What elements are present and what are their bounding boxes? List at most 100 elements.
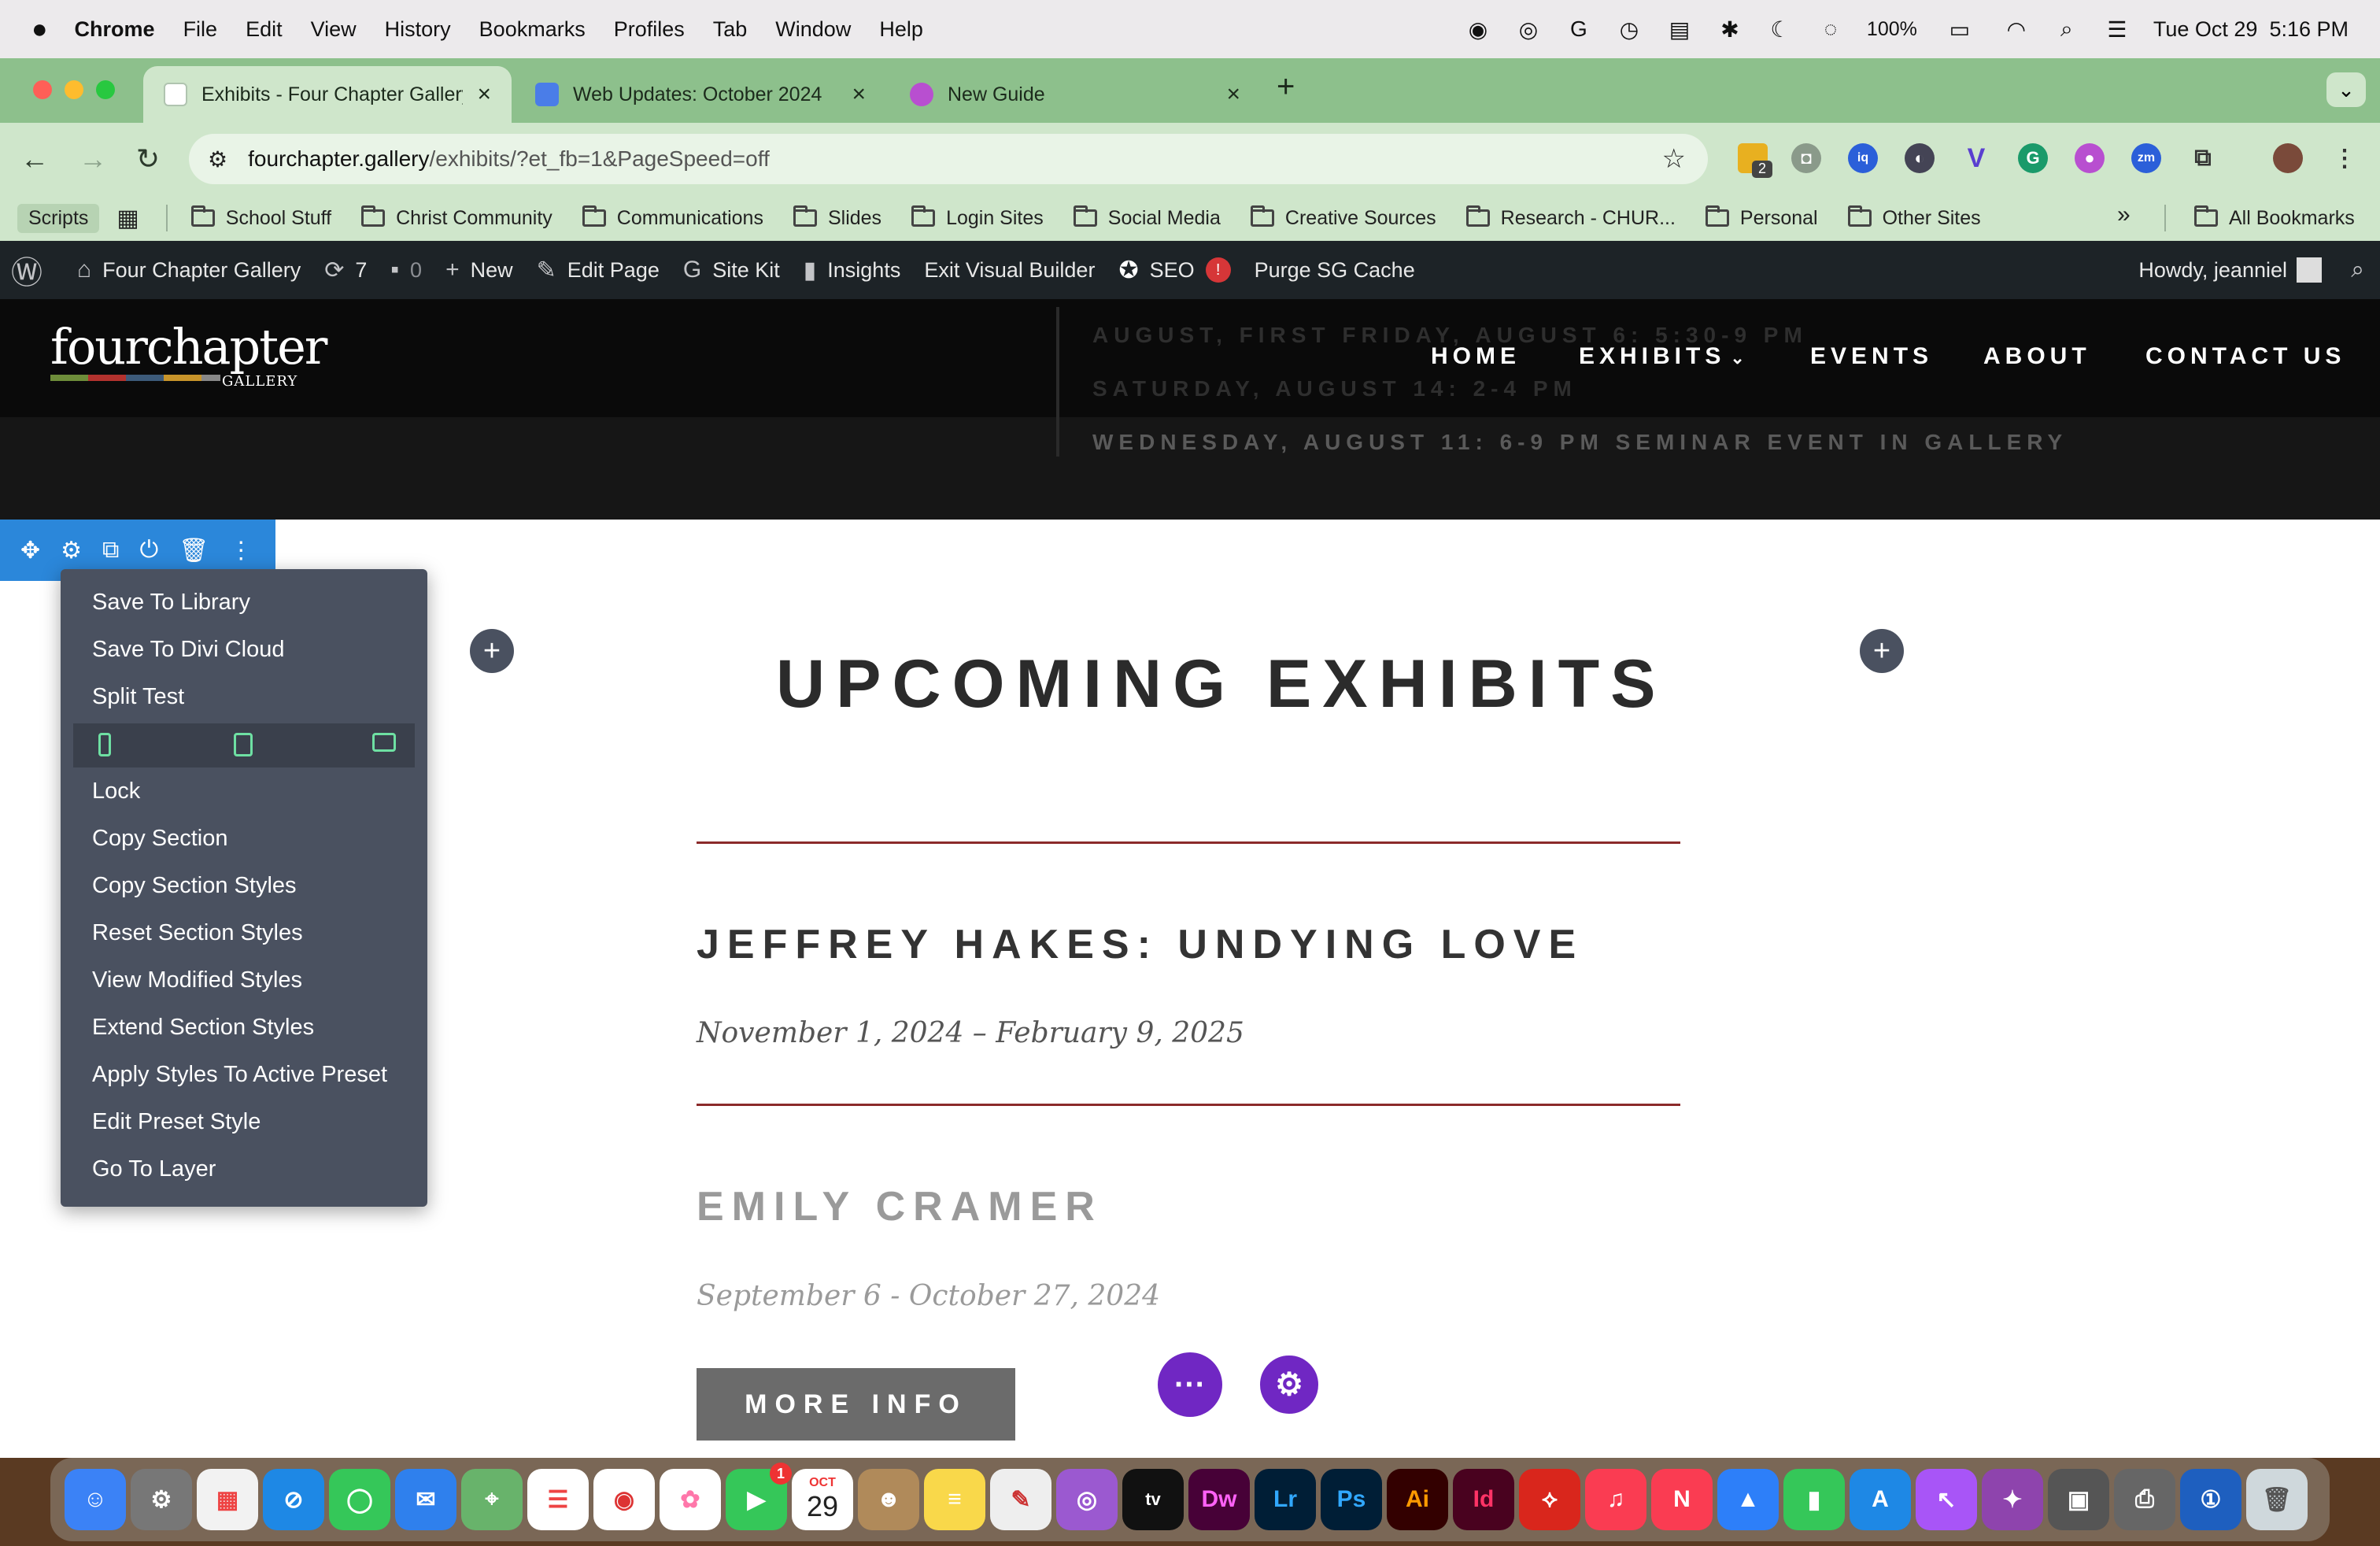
all-bookmarks-button[interactable]: All Bookmarks xyxy=(2194,195,2355,241)
notes-icon[interactable]: ≡ xyxy=(924,1469,985,1530)
battery-icon[interactable]: ▭ xyxy=(1939,15,1980,43)
control-center-icon[interactable]: ☰ xyxy=(2103,15,2131,43)
contacts-icon[interactable]: ☻ xyxy=(858,1469,919,1530)
more-options-icon[interactable]: ⋮ xyxy=(229,537,253,564)
forward-arrow-icon[interactable]: → xyxy=(74,140,112,178)
preview-icon[interactable]: ▣ xyxy=(2048,1469,2109,1530)
script-editor-icon[interactable]: ✎ xyxy=(990,1469,1051,1530)
1password-icon[interactable]: ① xyxy=(2180,1469,2241,1530)
menu-save-to-library[interactable]: Save To Library xyxy=(92,590,250,616)
privacy-extension-icon[interactable]: ◐ xyxy=(1905,143,1935,173)
nav-home[interactable]: HOME xyxy=(1431,343,1521,370)
update-icon[interactable]: ◎ xyxy=(1514,15,1543,43)
address-bar[interactable]: ⚙ fourchapter.gallery/exhibits/?et_fb=1&… xyxy=(189,134,1708,184)
extensions-puzzle-icon[interactable]: ⧉ xyxy=(2188,143,2218,173)
app-store-icon[interactable]: A xyxy=(1850,1469,1911,1530)
power-icon[interactable]: ⏻ xyxy=(139,537,158,564)
acrobat-icon[interactable]: ⟡ xyxy=(1519,1469,1580,1530)
new-tab-icon[interactable]: + xyxy=(1277,69,1295,105)
minimize-window-icon[interactable] xyxy=(65,80,83,99)
menu-edit-preset-style[interactable]: Edit Preset Style xyxy=(92,1109,261,1135)
menu-profiles[interactable]: Profiles xyxy=(614,17,685,42)
chrome-icon[interactable]: ◉ xyxy=(593,1469,655,1530)
menu-save-to-divi-cloud[interactable]: Save To Divi Cloud xyxy=(92,637,284,663)
guide-app-icon[interactable]: ↖ xyxy=(1916,1469,1977,1530)
photoshop-icon[interactable]: Ps xyxy=(1321,1469,1382,1530)
apps-grid-icon[interactable]: ▦ xyxy=(116,205,139,232)
reminders-icon[interactable]: ☰ xyxy=(527,1469,589,1530)
news-icon[interactable]: N xyxy=(1651,1469,1713,1530)
wp-search-icon[interactable]: ⌕ xyxy=(2351,257,2375,283)
messages-icon[interactable]: ◯ xyxy=(329,1469,390,1530)
grammarly-icon[interactable]: G xyxy=(1565,15,1593,43)
bookmarks-overflow-button[interactable]: » xyxy=(2117,202,2131,228)
dreamweaver-icon[interactable]: Dw xyxy=(1188,1469,1250,1530)
wifi-icon[interactable]: ◠ xyxy=(2002,15,2031,43)
apple-icon[interactable]: ● xyxy=(31,14,48,45)
page-settings-dots-icon[interactable]: ··· xyxy=(1158,1352,1222,1417)
wp-exit-visual-builder[interactable]: Exit Visual Builder xyxy=(924,258,1095,283)
grammarly-extension-icon[interactable]: G xyxy=(2018,143,2048,173)
menu-extend-section-styles[interactable]: Extend Section Styles xyxy=(92,1015,314,1041)
menu-view-modified-styles[interactable]: View Modified Styles xyxy=(92,967,302,993)
menu-file[interactable]: File xyxy=(183,17,218,42)
trash-icon[interactable]: 🗑 xyxy=(179,537,209,564)
wp-comments[interactable]: ▪ 0 xyxy=(390,257,422,283)
site-logo[interactable]: fourchapter GALLERY xyxy=(50,323,327,390)
profile-avatar[interactable] xyxy=(2273,143,2303,173)
photos-icon[interactable]: ✿ xyxy=(660,1469,721,1530)
trash-icon[interactable]: 🗑 xyxy=(2246,1469,2308,1530)
menu-split-test[interactable]: Split Test xyxy=(92,684,184,710)
nav-about[interactable]: ABOUT xyxy=(1983,343,2091,370)
creative-cloud-icon[interactable]: ◉ xyxy=(1464,15,1492,43)
settings-gear-icon[interactable]: ⚙ xyxy=(61,537,82,564)
tab-new-guide[interactable]: New Guide × xyxy=(889,66,1261,123)
facetime-icon[interactable]: ▶ 1 xyxy=(726,1463,792,1530)
bookmark-folder-research[interactable]: Research - CHUR... xyxy=(1465,205,1676,230)
numbers-icon[interactable]: ▮ xyxy=(1783,1469,1845,1530)
menu-copy-section-styles[interactable]: Copy Section Styles xyxy=(92,873,297,899)
wp-edit-page[interactable]: ✎ Edit Page xyxy=(537,257,660,284)
business-app-icon[interactable]: ✦ xyxy=(1982,1469,2043,1530)
wp-purge-cache[interactable]: Purge SG Cache xyxy=(1255,258,1415,283)
stage-icon[interactable]: ▤ xyxy=(1665,15,1694,43)
bookmark-folder-slides[interactable]: Slides xyxy=(793,205,881,230)
wordpress-logo-icon[interactable]: Ⓦ xyxy=(11,247,54,293)
site-settings-icon[interactable]: ⚙ xyxy=(208,146,227,172)
divi-ai-gear-icon[interactable]: ⚙ xyxy=(1257,1352,1321,1417)
maps-icon[interactable]: ⌖ xyxy=(461,1469,523,1530)
lightroom-icon[interactable]: Lr xyxy=(1255,1469,1316,1530)
wp-site-name[interactable]: ⌂ Four Chapter Gallery xyxy=(77,257,301,283)
back-arrow-icon[interactable]: ← xyxy=(16,140,54,178)
bookmark-folder-login-sites[interactable]: Login Sites xyxy=(911,205,1044,230)
menu-window[interactable]: Window xyxy=(775,17,851,42)
bookmark-folder-social-media[interactable]: Social Media xyxy=(1073,205,1221,230)
printer-icon[interactable]: ⎙ xyxy=(2114,1469,2175,1530)
close-tab-icon[interactable]: × xyxy=(477,81,491,108)
apple-tv-icon[interactable]: tv xyxy=(1122,1469,1184,1530)
bookmark-folder-christ-community[interactable]: Christ Community xyxy=(361,205,552,230)
v-extension-icon[interactable]: V xyxy=(1961,143,1991,173)
podcasts-icon[interactable]: ◎ xyxy=(1056,1469,1118,1530)
nav-exhibits[interactable]: EXHIBITS ⌄ xyxy=(1579,343,1750,370)
music-icon[interactable]: ♫ xyxy=(1585,1469,1646,1530)
wp-new[interactable]: + New xyxy=(445,257,513,283)
menu-history[interactable]: History xyxy=(385,17,451,42)
desktop-view-icon[interactable] xyxy=(372,733,396,752)
wp-site-kit[interactable]: G Site Kit xyxy=(683,257,780,283)
tablet-view-icon[interactable] xyxy=(234,733,253,756)
finder-icon[interactable]: ☺ xyxy=(65,1469,126,1530)
wp-seo[interactable]: ✪ SEO! xyxy=(1118,257,1231,284)
menu-copy-section[interactable]: Copy Section xyxy=(92,826,228,852)
bookmark-folder-communications[interactable]: Communications xyxy=(582,205,763,230)
chrome-menu-icon[interactable]: ⋮ xyxy=(2330,143,2360,173)
guide-extension-icon[interactable]: ● xyxy=(2075,143,2105,173)
calendar-icon[interactable]: OCT 29 xyxy=(792,1469,853,1530)
close-tab-icon[interactable]: × xyxy=(1226,81,1240,108)
wp-howdy-user[interactable]: Howdy, jeanniel xyxy=(2138,257,2322,283)
bookmark-folder-creative-sources[interactable]: Creative Sources xyxy=(1250,205,1436,230)
duplicate-icon[interactable]: ⧉ xyxy=(102,537,119,564)
tab-exhibits[interactable]: Exhibits - Four Chapter Gallery × xyxy=(143,66,512,123)
reload-icon[interactable]: ↻ xyxy=(129,140,167,178)
move-icon[interactable]: ✥ xyxy=(20,537,40,564)
